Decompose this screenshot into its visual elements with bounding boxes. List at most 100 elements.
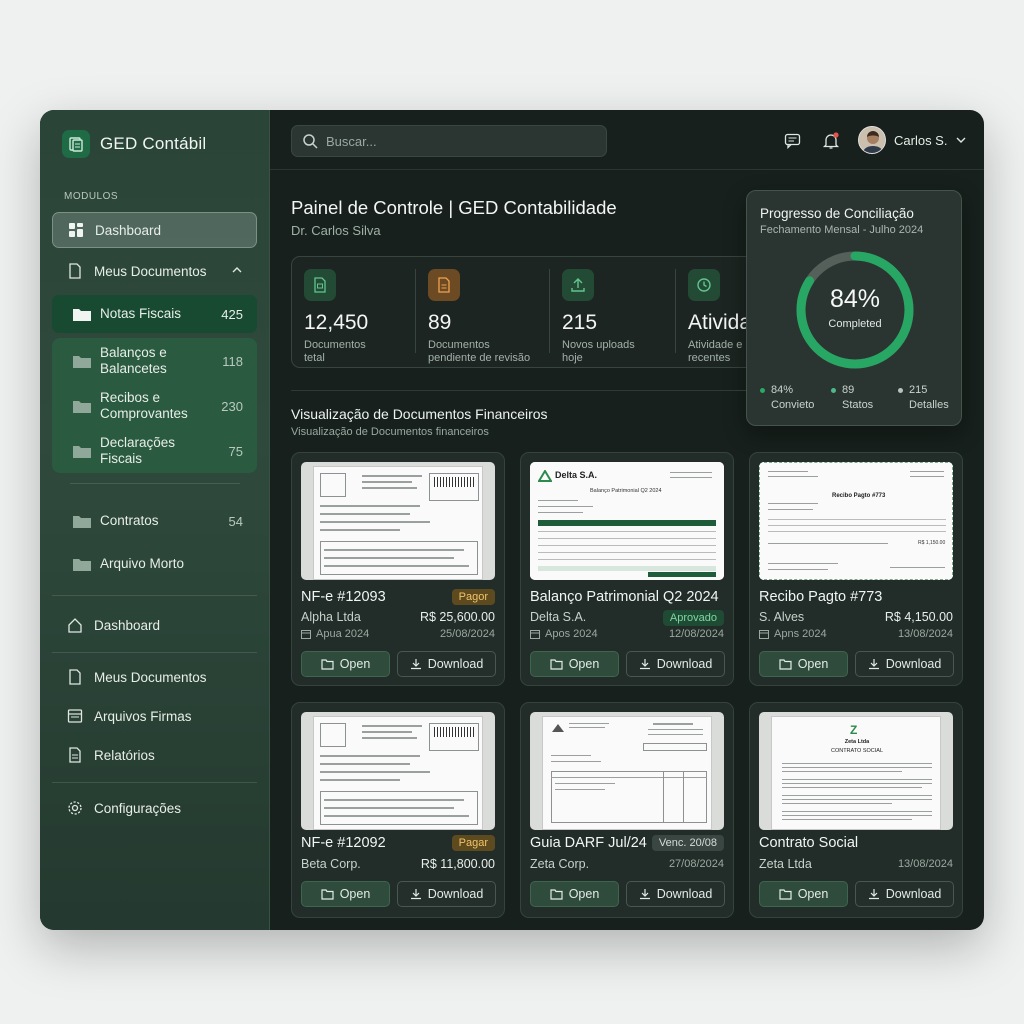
main-content: Painel de Controle | GED Contabilidade D… <box>270 170 984 930</box>
document-card[interactable]: NF-e #12092 Pagar Beta Corp. R$ 11,800.0… <box>291 702 505 918</box>
nav-bottom-meus-documentos[interactable]: Meus Documentos <box>52 659 257 695</box>
download-icon <box>868 659 879 670</box>
folder-declaracoes[interactable]: Declarações Fiscais 75 <box>52 435 257 466</box>
clock-icon <box>688 269 720 301</box>
folder-balancos[interactable]: Balanços e Balancetes 118 <box>52 344 257 378</box>
download-button[interactable]: Download <box>855 651 954 677</box>
nav-configuracoes[interactable]: Configurações <box>52 790 257 826</box>
stat-label: Documentos tetal <box>304 339 366 364</box>
doc-amount: R$ 1,150.00 <box>918 540 946 546</box>
avatar <box>858 126 886 154</box>
folder-count: 75 <box>228 443 243 459</box>
document-thumbnail[interactable]: Z Zeta Ltda CONTRATO SOCIAL <box>759 712 953 830</box>
search-box[interactable] <box>291 125 607 157</box>
open-button[interactable]: Open <box>530 651 619 677</box>
chevron-up-icon[interactable] <box>231 264 243 279</box>
folder-open-icon <box>550 888 563 900</box>
nav-label: Dashboard <box>94 617 161 633</box>
download-icon <box>639 659 650 670</box>
download-button[interactable]: Download <box>397 651 496 677</box>
section-title: Visualização de Documentos Financeiros <box>291 406 548 422</box>
download-button[interactable]: Download <box>397 881 496 907</box>
open-button[interactable]: Open <box>301 881 390 907</box>
document-thumbnail[interactable] <box>301 712 495 830</box>
document-stat-icon <box>304 269 336 301</box>
stat-label: Documentos pendiente de revisão <box>428 339 531 364</box>
app-window: GED Contábil MODULOS Dashboard Meus Docu… <box>40 110 984 930</box>
user-menu[interactable]: Carlos S. <box>858 126 967 154</box>
doc-brand: Zeta Ltda <box>844 739 870 745</box>
card-amount: R$ 11,800.00 <box>420 857 495 871</box>
folder-open-icon <box>321 658 334 670</box>
status-badge: Aprovado <box>662 610 724 626</box>
document-thumbnail[interactable] <box>301 462 495 580</box>
stat-new-uploads: 215 Novos uploads hoje <box>550 257 675 367</box>
card-title: Guia DARF Jul/24 <box>530 835 647 851</box>
search-icon <box>303 134 318 149</box>
legend-dot <box>898 387 903 393</box>
card-amount: R$ 25,600.00 <box>419 610 495 624</box>
open-button[interactable]: Open <box>759 651 848 677</box>
folder-open-icon <box>321 888 334 900</box>
card-company: Zeta Ltda <box>759 857 812 871</box>
legend-item-details: 215 Detalles <box>898 383 949 413</box>
document-card[interactable]: Z Zeta Ltda CONTRATO SOCIAL Contrato Soc… <box>749 702 963 918</box>
doc-heading: CONTRATO SOCIAL <box>830 748 884 754</box>
document-card[interactable]: Recibo Pagto #773 R$ 1,150.00 Recibo Pag… <box>749 452 963 686</box>
open-button[interactable]: Open <box>759 881 848 907</box>
modules-label: MODULOS <box>64 191 119 202</box>
card-title: NF-e #12093 <box>301 589 386 605</box>
folder-label: Balanços e Balancetes <box>100 345 167 376</box>
document-thumbnail[interactable]: Delta S.A. Balanço Patrimonial Q2 2024 <box>530 462 724 580</box>
search-input[interactable] <box>326 133 586 149</box>
brand[interactable]: GED Contábil <box>62 130 206 158</box>
folder-count: 118 <box>222 353 243 369</box>
folder-icon <box>73 355 91 368</box>
folder-notas-fiscais[interactable]: Notas Fiscais 425 <box>52 295 257 333</box>
download-button[interactable]: Download <box>626 651 725 677</box>
folder-recibos[interactable]: Recibos e Comprovantes 230 <box>52 389 257 423</box>
stat-pending-review: 89 Documentos pendiente de revisão <box>416 257 550 367</box>
divider <box>52 595 257 596</box>
open-button[interactable]: Open <box>301 651 390 677</box>
nav-arquivos-firmas[interactable]: Arquivos Firmas <box>52 698 257 734</box>
nav-label: Relatórios <box>94 747 155 763</box>
stat-value: 215 <box>562 311 598 334</box>
stat-total-documents: 12,450 Documentos tetal <box>292 257 415 367</box>
card-company: S. Alves <box>759 610 805 624</box>
upload-icon <box>562 269 594 301</box>
nav-label: Configurações <box>94 800 182 816</box>
document-thumbnail[interactable]: Recibo Pagto #773 R$ 1,150.00 <box>759 462 953 580</box>
document-card[interactable]: NF-e #12093 Pagor Alpha Ltda R$ 25,600.0… <box>291 452 505 686</box>
reconciliation-progress-card: Progresso de Conciliação Fechamento Mens… <box>746 190 962 426</box>
gear-icon <box>66 799 84 817</box>
document-card[interactable]: Guia DARF Jul/24 Venc. 20/08 Zeta Corp. … <box>520 702 734 918</box>
bell-icon[interactable] <box>820 130 842 152</box>
folder-count: 230 <box>221 398 243 414</box>
message-icon[interactable] <box>781 130 803 152</box>
card-amount: R$ 4,150.00 <box>884 610 953 624</box>
folder-icon <box>73 515 91 528</box>
nav-dashboard[interactable]: Dashboard <box>52 212 257 248</box>
sidebar: GED Contábil MODULOS Dashboard Meus Docu… <box>40 110 270 930</box>
document-card[interactable]: Delta S.A. Balanço Patrimonial Q2 2024 B… <box>520 452 734 686</box>
section-subtitle: Visualização de Documentos financeiros <box>291 426 489 438</box>
download-button[interactable]: Download <box>626 881 725 907</box>
card-meta: Apos 2024 <box>530 628 598 640</box>
open-button[interactable]: Open <box>530 881 619 907</box>
nav-meus-documentos-label: Meus Documentos <box>94 263 207 279</box>
report-icon <box>66 746 84 764</box>
card-date: 13/08/2024 <box>897 628 953 640</box>
folder-arquivo-morto[interactable]: Arquivo Morto <box>52 553 257 575</box>
nav-relatorios[interactable]: Relatórios <box>52 737 257 773</box>
document-thumbnail[interactable] <box>530 712 724 830</box>
folder-contratos[interactable]: Contratos 54 <box>52 510 257 532</box>
nav-bottom-dashboard[interactable]: Dashboard <box>52 607 257 643</box>
nav-meus-documentos[interactable]: Meus Documentos <box>52 253 257 289</box>
download-button[interactable]: Download <box>855 881 954 907</box>
progress-title: Progresso de Conciliação <box>760 206 914 221</box>
page-subtitle: Dr. Carlos Silva <box>291 223 381 238</box>
progress-percent: 84% <box>829 285 881 313</box>
folder-label: Contratos <box>100 513 159 528</box>
stat-label: Novos uploads hoje <box>562 339 635 364</box>
